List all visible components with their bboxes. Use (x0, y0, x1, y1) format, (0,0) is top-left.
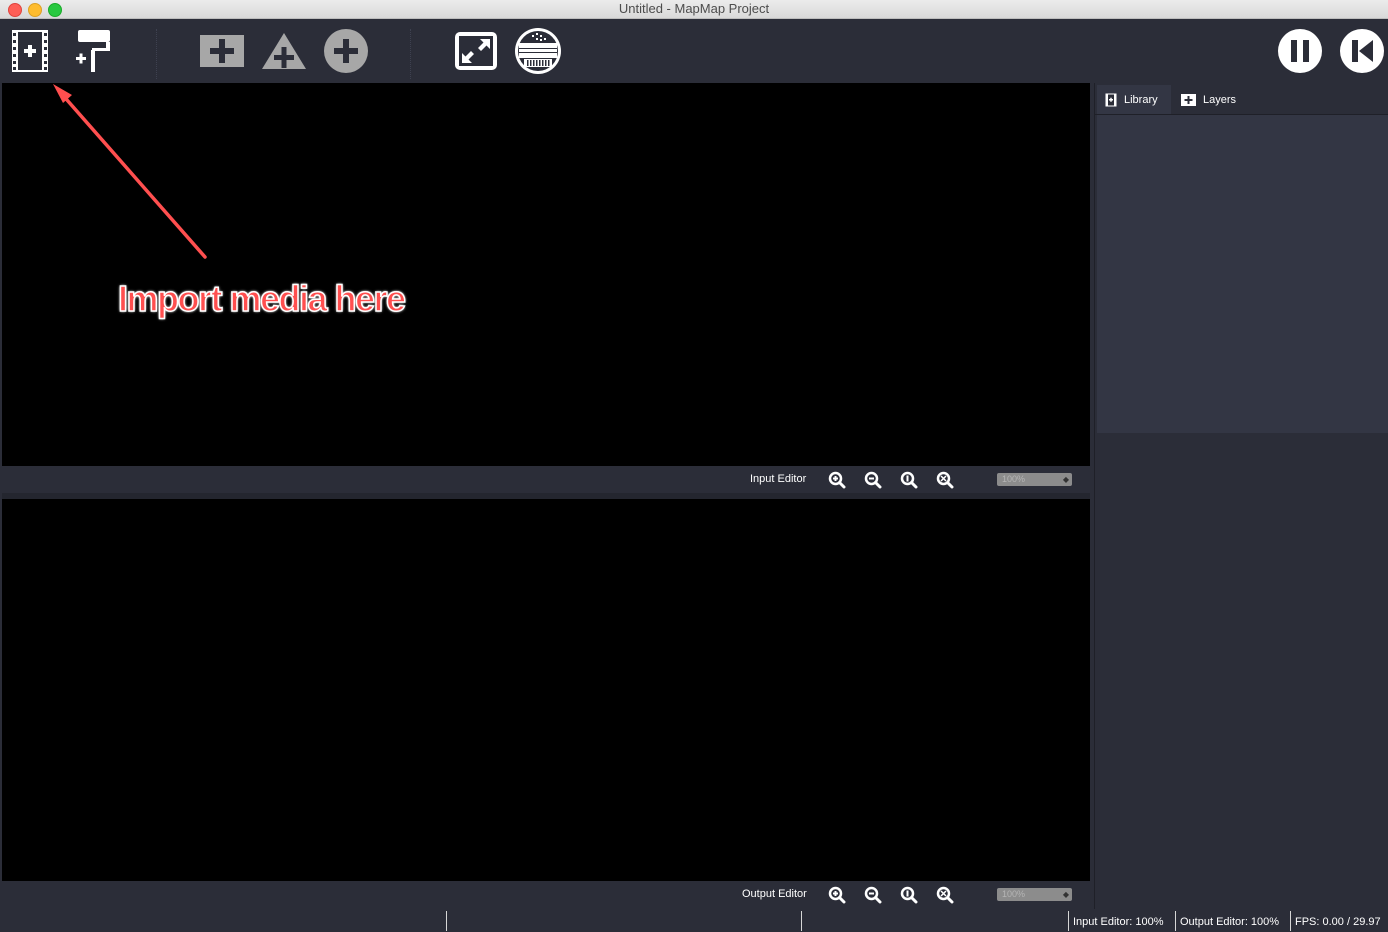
status-separator (1290, 911, 1291, 931)
tab-layers-label: Layers (1203, 93, 1237, 106)
add-paint-button[interactable] (66, 25, 118, 77)
zoom-fit-icon[interactable] (936, 471, 954, 489)
spin-arrows-icon[interactable]: ◆ (1063, 888, 1069, 901)
output-zoom-spinbox[interactable]: 100% ◆ (997, 888, 1072, 901)
dock-tabs: Library Layers (1095, 83, 1388, 115)
film-icon (1105, 93, 1117, 107)
zoom-in-icon[interactable] (828, 886, 846, 904)
rewind-button[interactable] (1336, 25, 1388, 77)
output-zoom-value: 100% (1002, 889, 1026, 899)
zoom-reset-icon[interactable] (900, 471, 918, 489)
zoom-reset-icon[interactable] (900, 886, 918, 904)
status-output-zoom: Output Editor: 100% (1180, 916, 1280, 928)
add-mesh-button[interactable] (196, 25, 248, 77)
zoom-fit-icon[interactable] (936, 886, 954, 904)
fullscreen-button[interactable] (450, 25, 502, 77)
tab-layers[interactable]: Layers (1173, 85, 1245, 114)
expand-icon (455, 32, 497, 70)
status-input-zoom: Input Editor: 100% (1073, 916, 1164, 928)
test-pattern-icon (515, 28, 561, 74)
input-editor-bar: Input Editor 100% ◆ (2, 467, 1090, 499)
tab-library[interactable]: Library (1097, 85, 1171, 114)
spin-arrows-icon[interactable]: ◆ (1063, 473, 1069, 486)
input-editor-canvas[interactable] (2, 83, 1090, 466)
library-list[interactable] (1097, 115, 1388, 433)
status-bar: Input Editor: 100% Output Editor: 100% F… (0, 909, 1388, 932)
add-triangle-button[interactable] (258, 25, 310, 77)
zoom-out-icon[interactable] (864, 886, 882, 904)
test-signal-button[interactable] (512, 25, 564, 77)
status-separator (801, 911, 802, 931)
input-zoom-value: 100% (1002, 474, 1026, 484)
main-toolbar (0, 19, 1388, 82)
output-editor-label: Output Editor (742, 888, 807, 900)
circle-plus-icon (324, 29, 368, 73)
status-separator (1175, 911, 1176, 931)
import-media-button[interactable] (4, 25, 56, 77)
plus-box-icon (1181, 93, 1196, 106)
add-ellipse-button[interactable] (320, 25, 372, 77)
output-editor-canvas[interactable] (2, 499, 1090, 881)
toolbar-separator (410, 29, 412, 79)
paint-roller-add-icon (76, 30, 110, 72)
skip-back-icon (1340, 29, 1384, 73)
pause-icon (1278, 29, 1322, 73)
right-dock-panel: Library Layers (1094, 83, 1388, 909)
square-plus-icon (200, 35, 244, 67)
output-editor-bar: Output Editor 100% ◆ (2, 882, 1090, 908)
input-editor-label: Input Editor (750, 473, 807, 485)
pause-button[interactable] (1274, 25, 1326, 77)
status-separator (1068, 911, 1069, 931)
toolbar-separator (156, 29, 158, 79)
zoom-out-icon[interactable] (864, 471, 882, 489)
window-title: Untitled - MapMap Project (618, 1, 770, 16)
tab-library-label: Library (1124, 93, 1158, 106)
status-separator (446, 911, 447, 931)
film-add-icon (12, 30, 48, 72)
editors-area: Input Editor 100% ◆ Output Editor 100% ◆ (0, 83, 1090, 909)
window-titlebar: Untitled - MapMap Project (0, 0, 1388, 19)
status-fps: FPS: 0.00 / 29.97 (1295, 916, 1381, 928)
zoom-in-icon[interactable] (828, 471, 846, 489)
annotation-label: Import media here (117, 277, 407, 320)
triangle-plus-icon (262, 33, 306, 69)
input-zoom-spinbox[interactable]: 100% ◆ (997, 473, 1072, 486)
